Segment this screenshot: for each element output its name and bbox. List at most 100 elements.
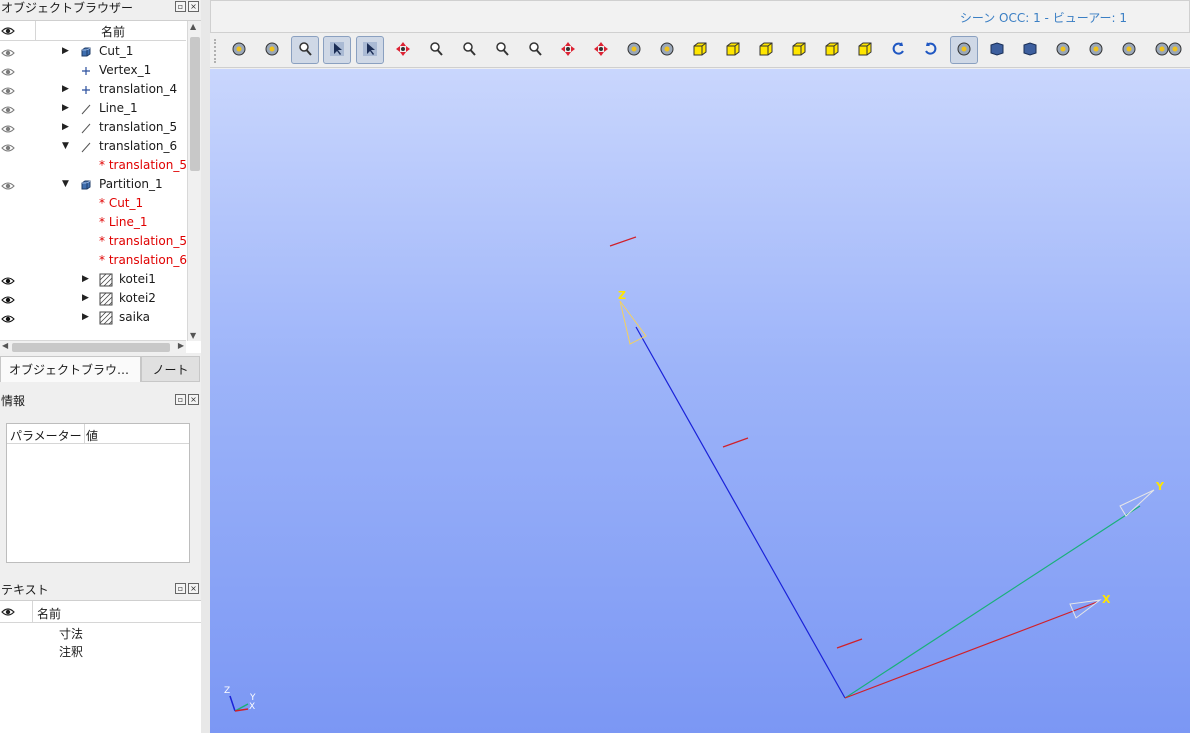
collapse-arrow-icon[interactable]: ▼ [62,175,69,194]
eye-icon[interactable] [1,607,15,617]
select-rect-button[interactable] [356,36,384,64]
tree-row[interactable]: ▶ kotei1 [0,270,186,289]
tree-row[interactable]: ▶ kotei2 [0,289,186,308]
tree-row[interactable]: Vertex_1 [0,61,186,80]
name-column-header[interactable]: 名前 [101,23,125,40]
visibility-column-header[interactable] [0,21,36,41]
shading-button[interactable] [983,36,1011,64]
scroll-right-icon[interactable]: ▶ [178,341,184,350]
visibility-eye-icon[interactable] [1,83,15,95]
tree-row[interactable]: * Line_1 [0,213,186,232]
tree-vertical-scrollbar[interactable]: ▲ ▼ [187,21,201,341]
scroll-left-icon[interactable]: ◀ [2,341,8,350]
parameter-column-header[interactable]: パラメーター [10,427,82,444]
tree-horizontal-scrollbar[interactable]: ◀ ▶ [0,340,186,353]
graduated-axes-button[interactable] [1115,36,1143,64]
rotate-button[interactable] [620,36,648,64]
close-dock-button[interactable]: × [188,394,199,405]
tree-row[interactable]: ▼ Partition_1 [0,175,186,194]
pan-button[interactable] [554,36,582,64]
occ-3d-viewport[interactable]: Z Y X Z Y X [210,69,1190,733]
expand-arrow-icon[interactable]: ▶ [62,42,69,61]
view-right-button[interactable] [851,36,879,64]
float-dock-button[interactable]: ▫ [175,583,186,594]
visibility-eye-icon[interactable] [1,140,15,152]
tree-row[interactable]: ▶ Cut_1 [0,42,186,61]
info-table[interactable]: パラメーター 値 [6,423,190,563]
scroll-down-icon[interactable]: ▼ [190,331,196,340]
tree-row[interactable]: * translation_5 [0,232,187,251]
rotation-center-button[interactable] [653,36,681,64]
rotate-counterclockwise-button[interactable] [884,36,912,64]
tree-row[interactable]: * translation_6 [0,251,187,270]
tree-row[interactable]: ▶ saika [0,308,186,327]
global-pan-all-button[interactable] [587,36,615,64]
expand-arrow-icon[interactable]: ▶ [62,99,69,118]
visibility-eye-icon[interactable] [1,178,15,190]
zoom-window-button[interactable] [521,36,549,64]
tab-notes[interactable]: ノート [141,356,200,382]
tree-row[interactable]: ▼ translation_6 [0,137,186,156]
fit-area-button[interactable] [291,36,319,64]
expand-arrow-icon[interactable]: ▶ [62,80,69,99]
translation-segment[interactable] [836,638,863,649]
display-mode-button[interactable] [1016,36,1044,64]
view-back-button[interactable] [719,36,747,64]
tree-row[interactable]: * Cut_1 [0,194,186,213]
collapse-arrow-icon[interactable]: ▼ [62,137,69,156]
fit-selection-button[interactable] [488,36,516,64]
view-left-button[interactable] [818,36,846,64]
clipping-button[interactable] [1049,36,1077,64]
tree-row[interactable]: ▶ Line_1 [0,99,186,118]
translation-segment[interactable] [722,437,749,448]
float-dock-button[interactable]: ▫ [175,1,186,12]
text-item-dimension[interactable]: 寸法 [59,625,83,642]
close-dock-button[interactable]: × [188,583,199,594]
name-column-header[interactable]: 名前 [37,605,61,622]
expand-arrow-icon[interactable]: ▶ [82,308,89,327]
text-list[interactable]: 名前 寸法 注釈 [0,600,201,733]
translation-segment[interactable] [609,236,637,247]
sync-view-button[interactable] [1161,36,1189,64]
visibility-eye-icon[interactable] [1,292,15,304]
view-top-button[interactable] [752,36,780,64]
expand-arrow-icon[interactable]: ▶ [62,118,69,137]
global-pan-icon [394,40,412,61]
object-browser-tree[interactable]: 名前 ▶ Cut_1 Vertex_1 ▶ translation_4 ▶ Line_1 ▶ t… [0,20,201,353]
dock-splitter[interactable] [201,0,210,733]
scroll-thumb-horizontal[interactable] [12,343,170,352]
visibility-eye-icon[interactable] [1,45,15,57]
visibility-eye-icon[interactable] [1,102,15,114]
select-button[interactable] [323,36,351,64]
tree-row[interactable]: ▶ translation_4 [0,80,186,99]
rotate-clockwise-button[interactable] [917,36,945,64]
mouse-interaction-button[interactable] [258,36,286,64]
expand-arrow-icon[interactable]: ▶ [82,270,89,289]
display-mode-icon [1021,40,1039,61]
text-item-annotation[interactable]: 注釈 [59,643,83,660]
tree-row-label: * translation_5 [99,158,187,172]
axes-button[interactable] [1082,36,1110,64]
reset-view-button[interactable] [950,36,978,64]
float-dock-button[interactable]: ▫ [175,394,186,405]
expand-arrow-icon[interactable]: ▶ [82,289,89,308]
fit-all-button[interactable] [455,36,483,64]
scroll-thumb[interactable] [190,37,200,171]
value-column-header[interactable]: 値 [86,427,98,444]
tree-row[interactable]: * translation_5 [0,156,187,175]
tab-object-browser[interactable]: オブジェクトブラウ… [0,356,141,382]
close-dock-button[interactable]: × [188,1,199,12]
toolbar-handle[interactable] [214,39,218,63]
tree-row[interactable]: ▶ translation_5 [0,118,186,137]
visibility-eye-icon[interactable] [1,311,15,323]
visibility-eye-icon[interactable] [1,121,15,133]
visibility-eye-icon[interactable] [1,64,15,76]
global-pan-button[interactable] [389,36,417,64]
dump-view-button[interactable] [225,36,253,64]
visibility-eye-icon[interactable] [1,273,15,285]
rotation-center-icon [658,40,676,61]
zoom-button[interactable] [422,36,450,64]
view-bottom-button[interactable] [785,36,813,64]
view-front-button[interactable] [686,36,714,64]
scroll-up-icon[interactable]: ▲ [190,22,196,31]
